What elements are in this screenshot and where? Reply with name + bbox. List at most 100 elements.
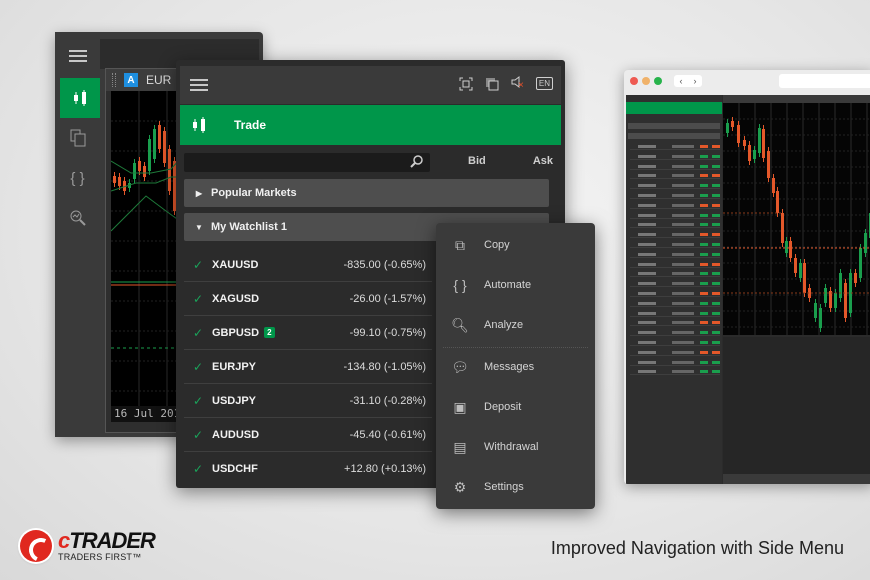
candle <box>776 191 779 213</box>
candle <box>758 128 761 153</box>
candle <box>844 283 847 318</box>
candlestick-icon <box>193 117 205 133</box>
address-bar[interactable] <box>779 74 870 88</box>
preview-candlestick-chart <box>723 103 870 335</box>
minimize-window-button[interactable] <box>642 77 650 85</box>
candle <box>737 125 740 143</box>
preview-chart-tabs <box>723 95 870 103</box>
section-popular-markets[interactable]: ▶ Popular Markets <box>184 179 549 207</box>
preview-watchlist-row <box>630 360 720 366</box>
daily-change: -835.00 (-0.65%) <box>343 258 426 271</box>
ask-column-header[interactable]: Ask <box>533 155 553 167</box>
preview-watchlist-row <box>630 370 720 376</box>
trade-menu-item[interactable]: Trade <box>180 105 561 145</box>
menu-item-deposit[interactable]: ▣ Deposit <box>436 387 595 427</box>
brand-tagline: TRADERS FIRST™ <box>58 552 142 562</box>
symbol-name: XAGUSD <box>212 292 260 305</box>
watchlist-row[interactable]: ✓ XAUUSD -835.00 (-0.65%) <box>184 248 432 282</box>
candle <box>118 177 121 186</box>
menu-item-analyze[interactable]: 🔍︎ Analyze <box>436 305 595 345</box>
candle <box>803 263 806 293</box>
symbol-name: AUDUSD <box>212 428 260 441</box>
check-icon: ✓ <box>192 393 204 408</box>
menu-item-label: Settings <box>484 481 524 493</box>
candle <box>864 233 867 253</box>
candle <box>854 273 857 283</box>
wallet-icon: ▤ <box>453 438 467 455</box>
window-icon[interactable] <box>485 77 499 91</box>
preview-watchlist-row <box>630 194 720 199</box>
sidebar-item-automate[interactable]: { } <box>55 158 100 198</box>
watchlist-row[interactable]: ✓ EURJPY -134.80 (-1.05%) <box>184 350 432 384</box>
preview-watchlist-row <box>630 350 720 356</box>
candle <box>767 151 770 178</box>
candle <box>748 145 751 161</box>
menu-item-label: Analyze <box>484 319 524 331</box>
menu-item-copy[interactable]: ⧉ Copy <box>436 225 595 265</box>
preview-watchlist-row <box>630 311 720 317</box>
sidebar-item-copy[interactable] <box>55 118 100 158</box>
watchlist-row[interactable]: ✓ USDJPY -31.10 (-0.28%) <box>184 384 432 418</box>
check-icon: ✓ <box>192 427 204 442</box>
preview-watchlist-row <box>630 341 720 346</box>
section-label: Popular Markets <box>211 187 297 199</box>
watchlist-row[interactable]: ✓ AUDUSD -45.40 (-0.61%) <box>184 418 432 452</box>
menu-icon[interactable] <box>190 79 208 91</box>
preview-trade-bar <box>626 102 722 114</box>
preview-positions-panel <box>723 337 870 474</box>
check-icon: ✓ <box>192 359 204 374</box>
symbol-name: GBPUSD <box>212 326 260 339</box>
symbol-search-input[interactable] <box>184 153 430 172</box>
copy-icon <box>70 129 85 147</box>
sidebar-item-analyze[interactable] <box>55 198 100 238</box>
candle <box>133 163 136 179</box>
candle <box>789 241 792 258</box>
search-icon[interactable] <box>410 154 424 168</box>
candle <box>859 248 862 278</box>
candle <box>829 291 832 308</box>
menu-item-messages[interactable]: 💬︎ Messages <box>436 347 595 387</box>
preview-watchlist-row <box>630 164 720 170</box>
back-menu-button[interactable] <box>55 36 100 76</box>
maximize-window-button[interactable] <box>654 77 662 85</box>
panel-header: × EN <box>180 66 561 104</box>
symbol-name: XAUUSD <box>212 258 259 271</box>
back-sidebar: { } <box>55 32 100 437</box>
sidebar-item-trade[interactable] <box>60 78 100 118</box>
close-window-button[interactable] <box>630 77 638 85</box>
position-count-badge: 2 <box>264 327 275 338</box>
preview-watchlist-row <box>630 331 720 337</box>
fullscreen-icon[interactable] <box>459 77 473 91</box>
candle <box>158 125 161 149</box>
candle <box>762 129 765 158</box>
window-titlebar: ‹ › <box>624 70 870 92</box>
watchlist-row[interactable]: ✓ XAGUSD -26.00 (-1.57%) <box>184 282 432 316</box>
caption: Improved Navigation with Side Menu <box>550 538 844 558</box>
menu-item-label: Deposit <box>484 401 522 413</box>
preview-watchlist-row <box>630 252 720 258</box>
check-icon: ✓ <box>192 462 204 476</box>
menu-item-automate[interactable]: { } Automate <box>436 265 595 305</box>
candle <box>781 213 784 243</box>
check-icon: ✓ <box>192 257 204 272</box>
language-selector[interactable]: EN <box>535 77 553 90</box>
forward-button[interactable]: › <box>688 75 702 87</box>
mute-icon[interactable]: × <box>511 76 524 91</box>
candle <box>143 166 146 177</box>
menu-item-settings[interactable]: ⚙ Settings <box>436 467 595 507</box>
watchlist-row[interactable]: ✓ GBPUSD 2 -99.10 (-0.75%) <box>184 316 432 350</box>
drag-handle-icon[interactable] <box>112 73 116 87</box>
back-button[interactable]: ‹ <box>674 75 688 87</box>
candle <box>753 150 756 159</box>
braces-icon: { } <box>453 277 467 293</box>
candle <box>839 273 842 298</box>
side-menu-popup: ⧉ Copy{ } Automate 🔍︎ Analyze 💬︎ Messages ▣… <box>436 223 595 509</box>
brand-name: cTRADER <box>58 528 156 553</box>
candle <box>163 131 166 163</box>
candle <box>743 140 746 146</box>
watchlist-row[interactable]: ✓ USDCHF +12.80 (+0.13%) <box>184 452 432 486</box>
daily-change: -99.10 (-0.75%) <box>349 326 426 339</box>
check-icon: ✓ <box>192 325 204 340</box>
bid-column-header[interactable]: Bid <box>468 155 486 167</box>
menu-item-withdrawal[interactable]: ▤ Withdrawal <box>436 427 595 467</box>
